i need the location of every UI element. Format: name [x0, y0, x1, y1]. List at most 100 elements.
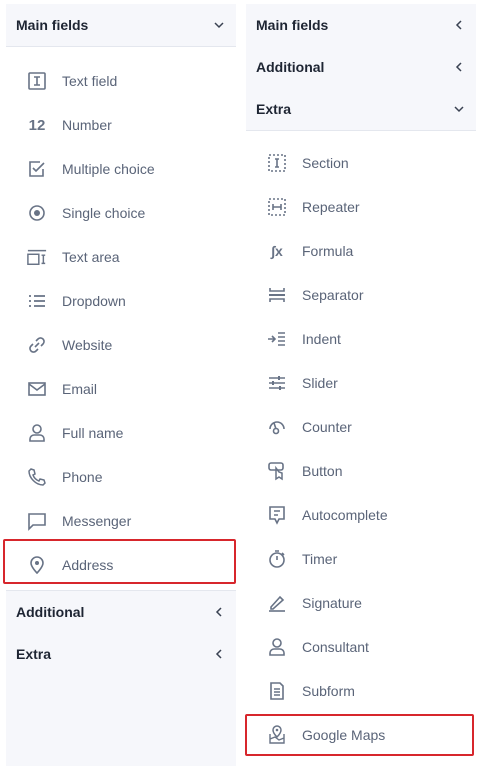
chevron-left-icon: [215, 607, 222, 617]
consultant-icon: [266, 636, 288, 658]
field-label: Counter: [302, 419, 352, 435]
extra-fields-list: Section Repeater ∫x Formula Separator In…: [246, 131, 476, 766]
field-item-address[interactable]: Address: [6, 547, 236, 583]
field-item-indent[interactable]: Indent: [246, 321, 476, 357]
field-label: Email: [62, 381, 98, 397]
field-label: Single choice: [62, 205, 146, 221]
list-icon: [26, 290, 48, 312]
phone-icon: [26, 466, 48, 488]
text-field-icon: [26, 70, 48, 92]
right-field-panel: Main fields Additional Extra Section Rep…: [246, 4, 476, 766]
field-item-text-field[interactable]: Text field: [6, 63, 236, 99]
field-label: Number: [62, 117, 112, 133]
field-item-formula[interactable]: ∫x Formula: [246, 233, 476, 269]
number-icon: 12: [28, 116, 46, 134]
extra-header[interactable]: Extra: [6, 633, 236, 675]
separator-icon: [266, 284, 288, 306]
timer-icon: [266, 548, 288, 570]
mail-icon: [26, 378, 48, 400]
field-item-subform[interactable]: Subform: [246, 673, 476, 709]
field-label: Text field: [62, 73, 118, 89]
main-fields-title: Main fields: [16, 17, 89, 33]
main-fields-header[interactable]: Main fields: [6, 4, 236, 46]
field-label: Website: [62, 337, 113, 353]
checkbox-icon: [26, 158, 48, 180]
main-fields-header[interactable]: Main fields: [246, 4, 476, 46]
field-label: Timer: [302, 551, 338, 567]
slider-icon: [266, 372, 288, 394]
field-label: Multiple choice: [62, 161, 155, 177]
field-label: Separator: [302, 287, 364, 303]
field-label: Signature: [302, 595, 362, 611]
field-label: Consultant: [302, 639, 369, 655]
subform-icon: [266, 680, 288, 702]
field-item-counter[interactable]: Counter: [246, 409, 476, 445]
field-item-single-choice[interactable]: Single choice: [6, 195, 236, 231]
map-icon: [266, 724, 288, 746]
chevron-left-icon: [455, 20, 462, 30]
field-item-phone[interactable]: Phone: [6, 459, 236, 495]
additional-header[interactable]: Additional: [6, 591, 236, 633]
chevron-down-icon: [454, 106, 464, 113]
extra-header[interactable]: Extra: [246, 88, 476, 130]
autocomplete-icon: [266, 504, 288, 526]
main-fields-title: Main fields: [256, 17, 329, 33]
extra-title: Extra: [256, 101, 292, 117]
field-item-button[interactable]: Button: [246, 453, 476, 489]
indent-icon: [266, 328, 288, 350]
additional-header[interactable]: Additional: [246, 46, 476, 88]
link-icon: [26, 334, 48, 356]
radio-icon: [26, 202, 48, 224]
field-label: Address: [62, 557, 114, 573]
field-label: Autocomplete: [302, 507, 388, 523]
field-item-repeater[interactable]: Repeater: [246, 189, 476, 225]
field-item-autocomplete[interactable]: Autocomplete: [246, 497, 476, 533]
field-item-text-area[interactable]: Text area: [6, 239, 236, 275]
field-label: Messenger: [62, 513, 132, 529]
field-label: Full name: [62, 425, 124, 441]
location-icon: [26, 554, 48, 576]
user-icon: [26, 422, 48, 444]
field-item-email[interactable]: Email: [6, 371, 236, 407]
field-label: Indent: [302, 331, 341, 347]
field-label: Button: [302, 463, 343, 479]
field-label: Subform: [302, 683, 355, 699]
field-item-full-name[interactable]: Full name: [6, 415, 236, 451]
field-item-timer[interactable]: Timer: [246, 541, 476, 577]
chevron-left-icon: [215, 649, 222, 659]
field-label: Formula: [302, 243, 354, 259]
text-area-icon: [26, 246, 48, 268]
section-icon: [266, 152, 288, 174]
counter-icon: [266, 416, 288, 438]
formula-icon: ∫x: [271, 243, 283, 259]
field-label: Dropdown: [62, 293, 126, 309]
extra-title: Extra: [16, 646, 52, 662]
chevron-left-icon: [455, 62, 462, 72]
button-icon: [266, 460, 288, 482]
signature-icon: [266, 592, 288, 614]
left-field-panel: Main fields Text field 12 Number Multipl…: [6, 4, 236, 766]
main-fields-list: Text field 12 Number Multiple choice Sin…: [6, 47, 236, 590]
field-item-multiple-choice[interactable]: Multiple choice: [6, 151, 236, 187]
field-item-website[interactable]: Website: [6, 327, 236, 363]
field-label: Google Maps: [302, 727, 386, 743]
field-item-number[interactable]: 12 Number: [6, 107, 236, 143]
field-item-google-maps[interactable]: Google Maps: [246, 717, 476, 753]
field-item-dropdown[interactable]: Dropdown: [6, 283, 236, 319]
field-label: Slider: [302, 375, 338, 391]
field-label: Repeater: [302, 199, 360, 215]
field-label: Phone: [62, 469, 103, 485]
field-label: Text area: [62, 249, 120, 265]
field-item-section[interactable]: Section: [246, 145, 476, 181]
chevron-down-icon: [214, 22, 224, 29]
field-item-slider[interactable]: Slider: [246, 365, 476, 401]
field-item-messenger[interactable]: Messenger: [6, 503, 236, 539]
field-item-consultant[interactable]: Consultant: [246, 629, 476, 665]
field-item-signature[interactable]: Signature: [246, 585, 476, 621]
repeater-icon: [266, 196, 288, 218]
chat-icon: [26, 510, 48, 532]
field-label: Section: [302, 155, 349, 171]
additional-title: Additional: [256, 59, 325, 75]
field-item-separator[interactable]: Separator: [246, 277, 476, 313]
additional-title: Additional: [16, 604, 85, 620]
